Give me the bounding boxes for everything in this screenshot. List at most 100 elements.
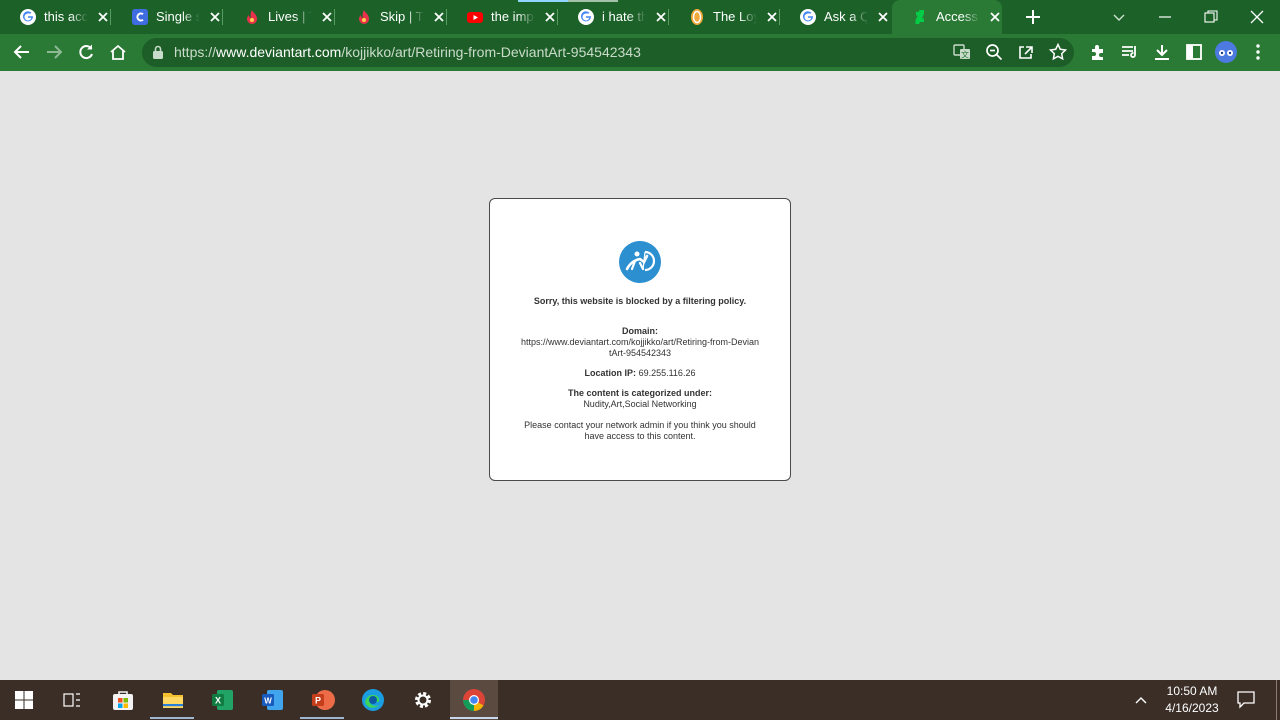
back-icon[interactable]: [12, 42, 32, 62]
tab-separator: [110, 9, 111, 25]
translate-icon[interactable]: 文: [952, 42, 972, 62]
tab[interactable]: Skip | The: [336, 0, 447, 34]
tab-title: i hate the: [602, 9, 646, 24]
tab[interactable]: Ask a Question: [780, 0, 890, 34]
settings-icon[interactable]: [409, 686, 437, 714]
close-icon[interactable]: [208, 10, 222, 24]
media-control-icon[interactable]: [1120, 42, 1140, 62]
close-window-icon[interactable]: [1247, 7, 1267, 27]
c-logo-icon: [132, 9, 148, 25]
url-host: www.deviantart.com: [216, 44, 342, 60]
domain-value: https://www.deviantart.com/kojjikko/art/…: [520, 337, 760, 358]
google-icon: [578, 9, 594, 25]
youtube-icon: [467, 9, 483, 25]
notification-icon[interactable]: [1236, 689, 1256, 709]
home-icon[interactable]: [108, 42, 128, 62]
clock-time: 10:50 AM: [1166, 684, 1218, 698]
tab-title: Single sign-on: [156, 9, 200, 24]
location-ip: Location IP: 69.255.116.26: [520, 368, 760, 379]
filter-logo-icon: [619, 241, 661, 283]
svg-text:文: 文: [961, 50, 969, 60]
new-tab-icon[interactable]: [1024, 8, 1042, 26]
ip-label: Location IP:: [584, 368, 637, 378]
coin-icon: [689, 9, 705, 25]
profile-avatar[interactable]: [1215, 41, 1237, 63]
ip-value: 69.255.116.26: [638, 368, 696, 378]
category-value: Nudity,Art,Social Networking: [583, 399, 697, 409]
close-icon[interactable]: [320, 10, 334, 24]
block-notice-card: Sorry, this website is blocked by a filt…: [489, 198, 791, 481]
domain-label: Domain:: [622, 326, 658, 336]
deviantart-icon: [912, 9, 928, 25]
show-desktop-button[interactable]: [1276, 680, 1277, 720]
reload-icon[interactable]: [76, 42, 96, 62]
tab-title: The Loyal: [713, 9, 757, 24]
close-icon[interactable]: [876, 10, 890, 24]
profile-icon: [1219, 50, 1233, 56]
close-icon[interactable]: [654, 10, 668, 24]
close-icon[interactable]: [96, 10, 110, 24]
google-icon: [800, 9, 816, 25]
tab-title: Access Denied: [936, 9, 980, 24]
url-path: /kojjikko/art/Retiring-from-DeviantArt-9…: [341, 44, 641, 60]
windows-taskbar: [0, 680, 1280, 720]
task-view-icon[interactable]: [58, 686, 86, 714]
close-icon[interactable]: [765, 10, 779, 24]
taskbar-app-indicator: [450, 717, 498, 719]
file-explorer-icon[interactable]: [159, 686, 187, 714]
block-heading: Sorry, this website is blocked by a filt…: [533, 296, 747, 306]
tab-title: the impossible: [491, 9, 535, 24]
close-icon[interactable]: [988, 10, 1002, 24]
system-clock[interactable]: 10:50 AM 4/16/2023: [1160, 683, 1224, 717]
taskbar-app-indicator: [300, 717, 344, 719]
tab[interactable]: this account: [0, 0, 111, 34]
zoom-icon[interactable]: [984, 42, 1004, 62]
flame-icon: [244, 9, 260, 25]
chrome-icon[interactable]: [460, 686, 488, 714]
taskbar-app-indicator: [150, 717, 194, 719]
google-icon: [20, 9, 36, 25]
lock-icon[interactable]: [151, 44, 165, 60]
tab-active[interactable]: Access Denied: [892, 0, 1002, 34]
svg-text:W: W: [264, 697, 272, 706]
windows-start-icon[interactable]: [10, 686, 38, 714]
tab[interactable]: The Loyal: [669, 0, 780, 34]
svg-text:P: P: [315, 696, 321, 706]
side-panel-icon[interactable]: [1184, 42, 1204, 62]
contact-admin-text: Please contact your network admin if you…: [524, 420, 756, 441]
download-icon[interactable]: [1152, 42, 1172, 62]
flame-icon: [356, 9, 372, 25]
powerpoint-icon[interactable]: P: [309, 686, 337, 714]
tab-strip: this account Single sign-on Lives | The …: [0, 0, 1280, 34]
tab-title: this account: [44, 9, 88, 24]
clock-date: 4/16/2023: [1165, 701, 1219, 715]
tab-title: Ask a Question: [824, 9, 868, 24]
extensions-icon[interactable]: [1088, 42, 1108, 62]
category-label: The content is categorized under:: [567, 388, 713, 398]
share-icon[interactable]: [1016, 42, 1036, 62]
tab-title: Lives | The: [268, 9, 312, 24]
tab[interactable]: i hate the: [558, 0, 669, 34]
tab[interactable]: Single sign-on: [112, 0, 223, 34]
chevron-up-icon[interactable]: [1133, 692, 1149, 708]
store-icon[interactable]: [109, 686, 137, 714]
restore-icon[interactable]: [1201, 7, 1221, 27]
svg-text:X: X: [215, 696, 221, 706]
tab-separator: [222, 9, 223, 25]
tab[interactable]: Lives | The: [224, 0, 335, 34]
tab-separator: [334, 9, 335, 25]
minimize-icon[interactable]: [1155, 7, 1175, 27]
tab-title: Skip | The: [380, 9, 424, 24]
close-icon[interactable]: [543, 10, 557, 24]
edge-icon[interactable]: [359, 686, 387, 714]
excel-icon[interactable]: X: [209, 686, 237, 714]
menu-kebab-icon[interactable]: [1248, 42, 1268, 62]
url-text[interactable]: https://www.deviantart.com/kojjikko/art/…: [174, 44, 641, 61]
bookmark-star-icon[interactable]: [1048, 42, 1068, 62]
url-scheme: https://: [174, 44, 217, 60]
forward-icon[interactable]: [44, 42, 64, 62]
close-icon[interactable]: [432, 10, 446, 24]
tab[interactable]: the impossible: [447, 0, 558, 34]
tab-search-icon[interactable]: [1109, 7, 1129, 27]
word-icon[interactable]: W: [259, 686, 287, 714]
